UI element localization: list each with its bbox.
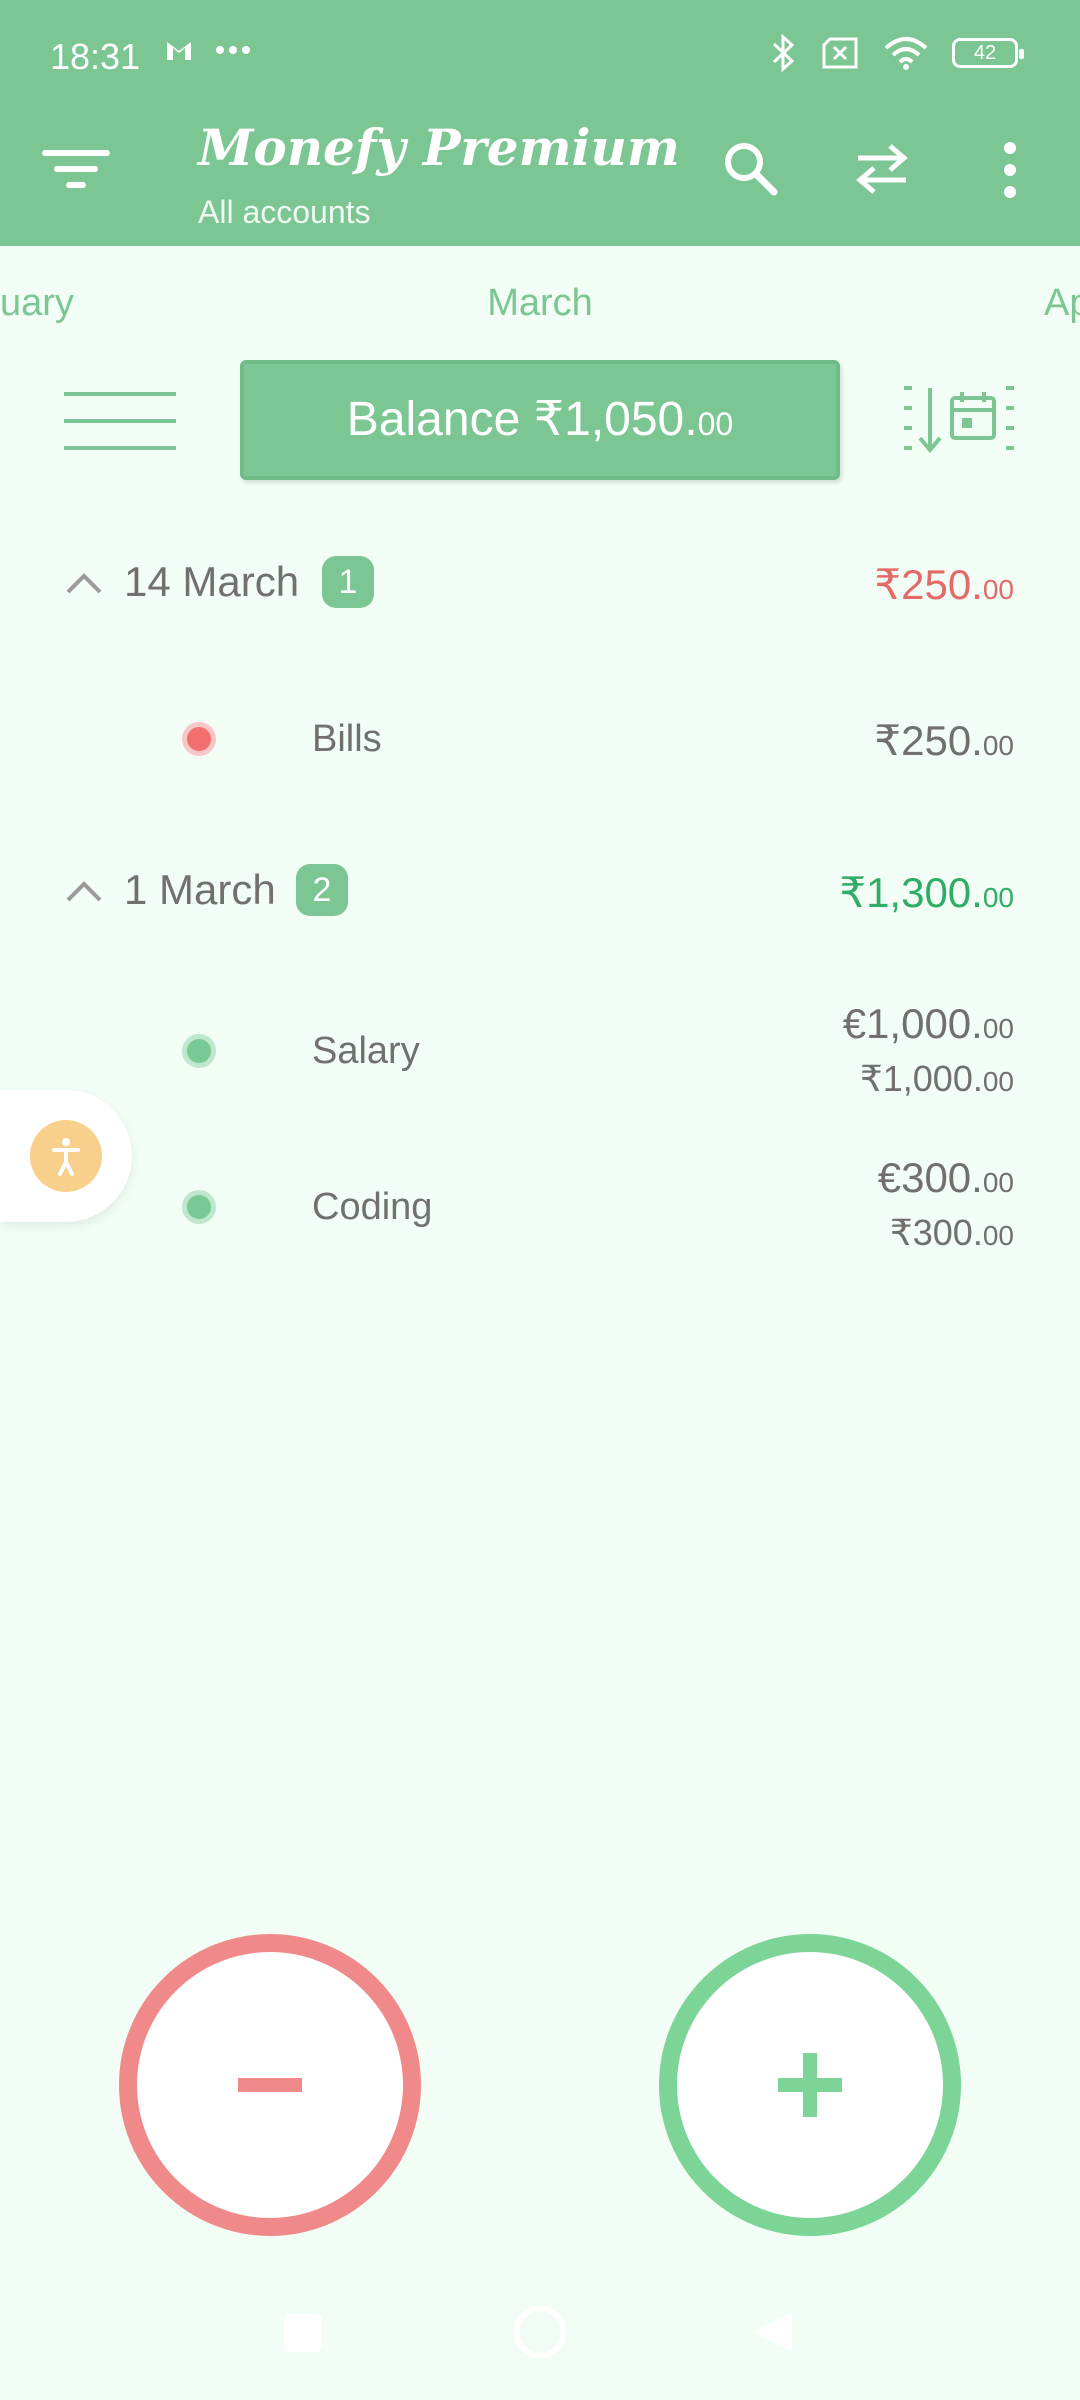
recent-apps-button[interactable] xyxy=(284,2314,322,2352)
search-icon[interactable] xyxy=(722,140,778,196)
transaction-row[interactable]: Coding €300.00 ₹300.00 xyxy=(0,1144,1080,1264)
group-date: 14 March xyxy=(124,558,300,605)
accessibility-icon[interactable] xyxy=(30,1120,102,1192)
transaction-row[interactable]: Salary €1,000.00 ₹1,000.00 xyxy=(0,990,1080,1110)
category-dot-icon xyxy=(182,1190,216,1224)
transaction-amount-value: ₹250. xyxy=(874,717,983,764)
group-total: ₹250.00 xyxy=(874,560,1014,609)
account-selector[interactable]: All accounts xyxy=(198,194,371,231)
date-group-header[interactable]: 14 March 1 ₹250.00 xyxy=(0,546,1080,626)
group-total-cents: 00 xyxy=(982,882,1014,913)
list-view-icon[interactable] xyxy=(64,390,176,452)
date-group-header[interactable]: 1 March 2 ₹1,300.00 xyxy=(0,854,1080,934)
transaction-count-badge: 2 xyxy=(296,864,348,916)
status-time: 18:31 xyxy=(50,36,141,77)
more-options-icon[interactable] xyxy=(998,140,1022,200)
transaction-amount-cents: 00 xyxy=(982,730,1014,761)
category-dot-icon xyxy=(182,1034,216,1068)
status-bar: 18:31 42 xyxy=(0,0,1080,110)
transaction-amount-cents: 00 xyxy=(982,1013,1014,1044)
transaction-count-badge: 1 xyxy=(322,556,374,608)
bluetooth-icon xyxy=(772,34,795,72)
category-dot-icon xyxy=(182,722,216,756)
chevron-up-icon[interactable] xyxy=(64,568,104,598)
home-button[interactable] xyxy=(514,2306,566,2358)
transaction-amount-value: €300. xyxy=(877,1154,983,1201)
minus-icon xyxy=(238,2078,302,2092)
more-notifications-icon xyxy=(216,46,250,54)
converted-amount-cents: 00 xyxy=(982,1220,1014,1251)
transaction-converted-amount: ₹1,000.00 xyxy=(860,1058,1014,1100)
transfer-icon[interactable] xyxy=(854,142,910,196)
transaction-amount: €1,000.00 xyxy=(843,1000,1014,1048)
balance-label: Balance ₹1,050. xyxy=(346,393,698,446)
group-total-value: ₹1,300. xyxy=(839,869,983,916)
transaction-converted-amount: ₹300.00 xyxy=(890,1212,1014,1254)
filter-menu-icon[interactable] xyxy=(42,146,110,192)
balance-cents: 00 xyxy=(697,406,734,442)
group-total-cents: 00 xyxy=(982,574,1014,605)
back-icon[interactable] xyxy=(750,2310,796,2354)
app-screen: 18:31 42 Monefy Premium All accounts Mar… xyxy=(0,0,1080,2400)
transaction-amount-cents: 00 xyxy=(982,1167,1014,1198)
chevron-up-icon[interactable] xyxy=(64,876,104,906)
group-total: ₹1,300.00 xyxy=(839,868,1014,917)
add-income-button[interactable] xyxy=(659,1934,961,2236)
gmail-icon xyxy=(167,42,191,60)
add-expense-button[interactable] xyxy=(119,1934,421,2236)
month-next[interactable]: Ap xyxy=(1044,282,1080,325)
app-header: 18:31 42 Monefy Premium All accounts xyxy=(0,0,1080,246)
transaction-amount: ₹250.00 xyxy=(874,716,1014,765)
plus-icon xyxy=(778,2053,842,2117)
month-current[interactable]: March xyxy=(0,282,1080,325)
month-previous[interactable]: uary xyxy=(0,282,74,325)
app-title: Monefy Premium xyxy=(198,118,680,177)
transaction-category: Coding xyxy=(312,1186,433,1228)
transaction-row[interactable]: Bills ₹250.00 xyxy=(0,690,1080,790)
transaction-category: Salary xyxy=(312,1030,420,1072)
transaction-category: Bills xyxy=(312,718,382,760)
converted-amount-cents: 00 xyxy=(982,1066,1014,1097)
wifi-icon xyxy=(884,37,928,70)
no-sim-icon xyxy=(822,37,858,69)
group-date: 1 March xyxy=(124,866,276,913)
accessibility-widget[interactable] xyxy=(0,1090,132,1222)
converted-amount-value: ₹1,000. xyxy=(859,1058,983,1099)
transaction-amount-value: €1,000. xyxy=(842,1000,983,1047)
battery-icon: 42 xyxy=(952,38,1024,68)
transaction-amount: €300.00 xyxy=(878,1154,1014,1202)
group-total-value: ₹250. xyxy=(874,561,983,608)
converted-amount-value: ₹300. xyxy=(889,1212,983,1253)
calendar-sort-icon[interactable] xyxy=(900,384,1018,456)
balance-button[interactable]: Balance ₹1,050.00 xyxy=(240,360,840,480)
